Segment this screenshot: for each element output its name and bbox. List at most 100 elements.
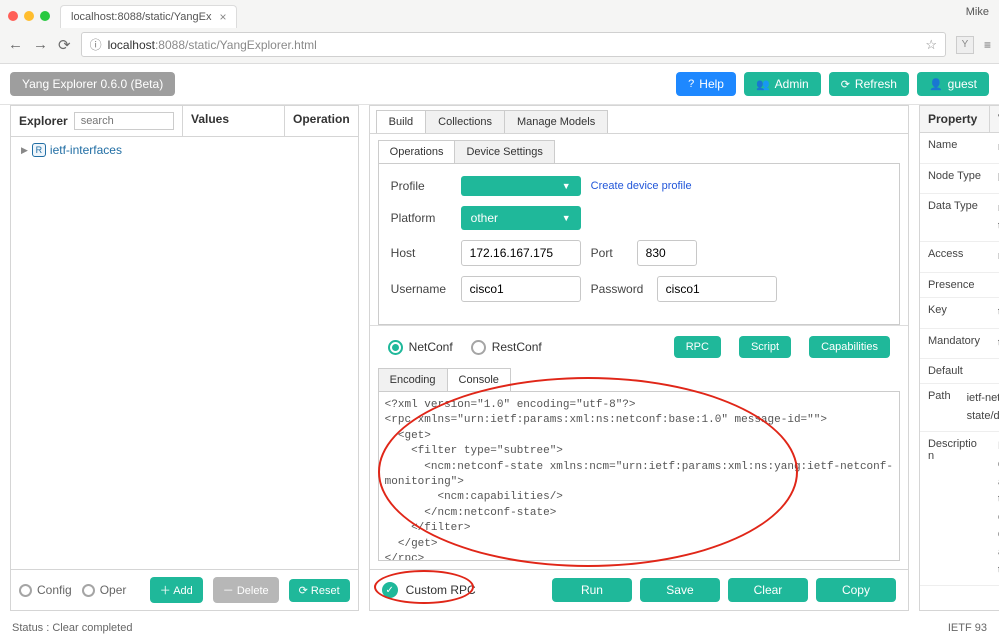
- clear-button[interactable]: Clear: [728, 578, 808, 602]
- radio-icon: [82, 584, 95, 597]
- restconf-radio[interactable]: RestConf: [471, 340, 542, 355]
- browser-chrome: localhost:8088/static/YangEx × Mike ← → …: [0, 0, 999, 64]
- back-icon[interactable]: ←: [8, 36, 23, 53]
- property-value: Name of the datastore associated with th…: [990, 432, 999, 585]
- refresh-icon: ⟳: [841, 78, 850, 91]
- property-key: Node Type: [920, 164, 990, 194]
- maximize-window-icon[interactable]: [40, 11, 50, 21]
- property-row: Presence: [920, 273, 999, 298]
- platform-label: Platform: [391, 211, 451, 225]
- tab-manage-models[interactable]: Manage Models: [504, 110, 608, 133]
- property-row: DescriptionName of the datastore associa…: [920, 432, 999, 586]
- property-key: Description: [920, 432, 990, 585]
- config-radio[interactable]: Config: [19, 583, 72, 597]
- property-value: [990, 273, 999, 297]
- tab-operations[interactable]: Operations: [378, 140, 456, 164]
- property-value: name: [990, 133, 999, 163]
- port-label: Port: [591, 246, 627, 260]
- status-text: Status : Clear completed: [12, 622, 132, 634]
- tab-build[interactable]: Build: [376, 110, 426, 133]
- admin-button[interactable]: 👥Admin: [744, 72, 821, 96]
- delete-button[interactable]: － Delete: [213, 577, 279, 603]
- checkbox-checked-icon[interactable]: ✓: [382, 582, 398, 598]
- browser-menu-icon[interactable]: ≡: [984, 38, 991, 52]
- module-badge-icon: R: [32, 143, 46, 157]
- search-input[interactable]: [74, 112, 174, 130]
- help-icon: ?: [688, 78, 694, 90]
- browser-user[interactable]: Mike: [966, 6, 989, 18]
- create-profile-link[interactable]: Create device profile: [591, 180, 692, 192]
- property-value: leaf: [990, 164, 999, 194]
- explorer-panel: Explorer Values Operation ▶ R ietf-inter…: [10, 105, 359, 611]
- address-bar[interactable]: ⓘ localhost:8088/static/YangExplorer.htm…: [81, 32, 946, 57]
- profile-dropdown[interactable]: ▼: [461, 176, 581, 196]
- user-icon: 👤: [929, 78, 943, 91]
- property-row: Mandatorytrue: [920, 329, 999, 360]
- url-path: :8088/static/YangExplorer.html: [155, 38, 317, 52]
- reload-icon[interactable]: ⟳: [58, 36, 71, 54]
- forward-icon[interactable]: →: [33, 36, 48, 53]
- app-title: Yang Explorer 0.6.0 (Beta): [10, 72, 175, 96]
- tab-device-settings[interactable]: Device Settings: [454, 140, 554, 164]
- host-label: Host: [391, 246, 451, 260]
- caret-right-icon: ▶: [21, 145, 28, 156]
- host-input[interactable]: [461, 240, 581, 266]
- property-row: Keytrue: [920, 298, 999, 329]
- netconf-radio[interactable]: NetConf: [388, 340, 453, 355]
- capabilities-button[interactable]: Capabilities: [809, 336, 890, 358]
- property-key: Access: [920, 242, 990, 272]
- url-host: localhost: [108, 38, 155, 52]
- browser-tab[interactable]: localhost:8088/static/YangEx ×: [60, 5, 237, 28]
- radio-icon: [19, 584, 32, 597]
- console-output[interactable]: <?xml version="1.0" encoding="utf-8"?> <…: [378, 391, 900, 561]
- tree-item-label: ietf-interfaces: [50, 143, 122, 157]
- property-row: Namename: [920, 133, 999, 164]
- run-button[interactable]: Run: [552, 578, 632, 602]
- ietf-label: IETF 93: [948, 622, 987, 634]
- values-header: Values: [183, 106, 285, 136]
- port-input[interactable]: [637, 240, 697, 266]
- status-bar: Status : Clear completed IETF 93: [0, 617, 999, 639]
- tree-item-ietf-interfaces[interactable]: ▶ R ietf-interfaces: [21, 143, 348, 157]
- search-provider-icon[interactable]: Y: [956, 36, 974, 54]
- property-row: Node Typeleaf: [920, 164, 999, 195]
- properties-panel: Property Value NamenameNode TypeleafData…: [919, 105, 999, 611]
- tab-collections[interactable]: Collections: [425, 110, 505, 133]
- oper-radio[interactable]: Oper: [82, 583, 127, 597]
- property-header: Property: [920, 106, 990, 132]
- explorer-header: Explorer: [19, 114, 68, 128]
- minimize-window-icon[interactable]: [24, 11, 34, 21]
- add-button[interactable]: ＋ Add: [150, 577, 203, 603]
- property-key: Key: [920, 298, 990, 328]
- close-tab-icon[interactable]: ×: [219, 10, 226, 24]
- guest-button[interactable]: 👤guest: [917, 72, 989, 96]
- property-key: Default: [920, 359, 990, 383]
- password-input[interactable]: [657, 276, 777, 302]
- property-key: Path: [920, 384, 959, 431]
- property-value: netconf-datastore-type: [990, 194, 999, 241]
- reset-button[interactable]: ⟳ Reset: [289, 579, 350, 602]
- tab-encoding[interactable]: Encoding: [378, 368, 448, 392]
- refresh-button[interactable]: ⟳Refresh: [829, 72, 909, 96]
- save-button[interactable]: Save: [640, 578, 720, 602]
- tab-console[interactable]: Console: [447, 368, 511, 392]
- property-row: Pathietf-netconf-monitoring/netconf-stat…: [920, 384, 999, 432]
- chevron-down-icon: ▼: [562, 181, 571, 191]
- copy-button[interactable]: Copy: [816, 578, 896, 602]
- script-button[interactable]: Script: [739, 336, 791, 358]
- window-controls: [8, 11, 60, 21]
- close-window-icon[interactable]: [8, 11, 18, 21]
- bookmark-icon[interactable]: ☆: [925, 37, 937, 53]
- property-value: true: [990, 298, 999, 328]
- platform-dropdown[interactable]: other▼: [461, 206, 581, 230]
- password-label: Password: [591, 282, 647, 296]
- radio-icon: [471, 340, 486, 355]
- rpc-button[interactable]: RPC: [674, 336, 721, 358]
- username-input[interactable]: [461, 276, 581, 302]
- property-row: Data Typenetconf-datastore-type: [920, 194, 999, 242]
- help-button[interactable]: ?Help: [676, 72, 736, 96]
- profile-label: Profile: [391, 179, 451, 193]
- property-key: Data Type: [920, 194, 990, 241]
- site-info-icon[interactable]: ⓘ: [90, 36, 102, 53]
- property-value: ietf-netconf-monitoring/netconf-state/da…: [959, 384, 999, 431]
